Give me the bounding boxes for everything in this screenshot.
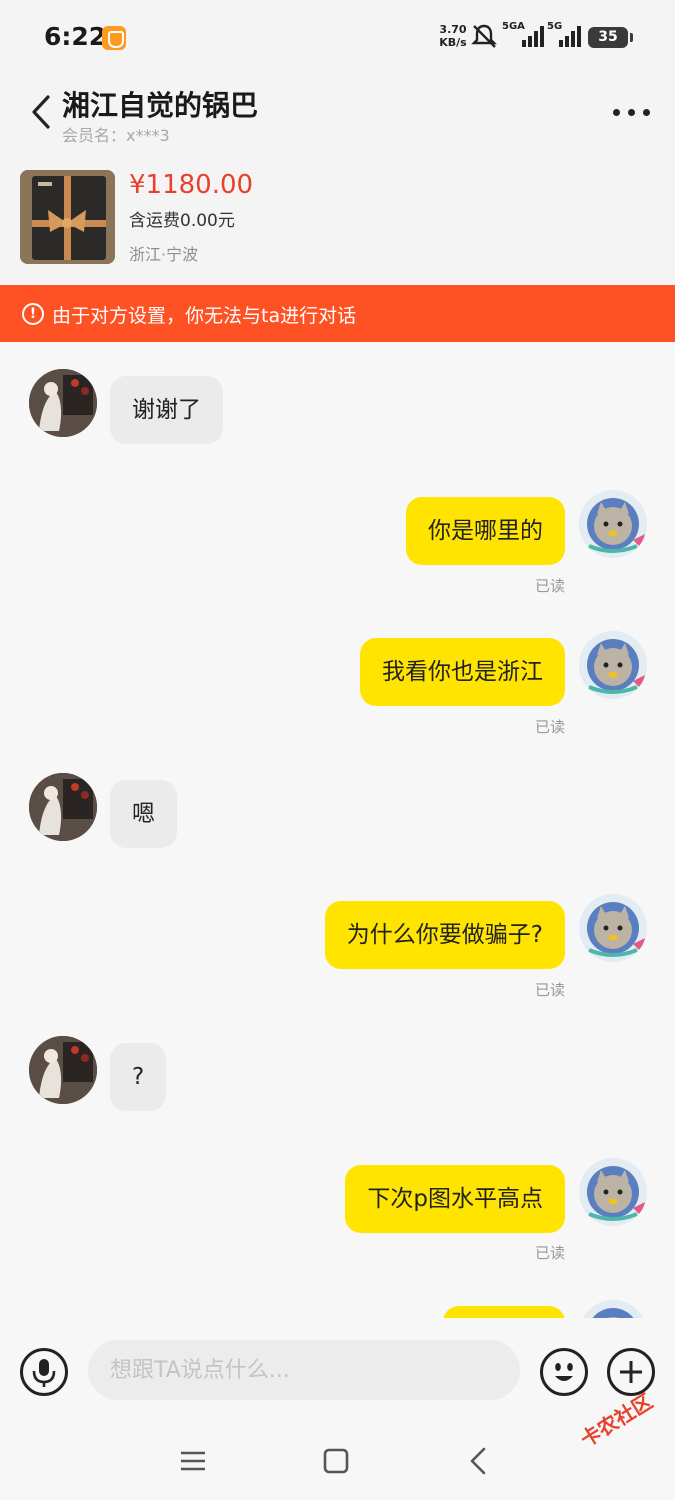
- dot: [628, 109, 635, 116]
- message-bubble-incoming[interactable]: 谢谢了: [110, 376, 223, 444]
- chat-list[interactable]: 谢谢了 你是哪里的 已读 我看你也是浙江 已读 嗯 为什么你要做骗子? 已读 ?…: [0, 342, 675, 1318]
- message-bubble-outgoing[interactable]: 我看你也是浙江: [360, 638, 565, 706]
- notice-text: 由于对方设置，你无法与ta进行对话: [52, 305, 357, 327]
- clock: 6:22: [44, 22, 107, 51]
- signal-icon: [559, 26, 581, 47]
- network-speed-unit: KB/s: [439, 36, 467, 49]
- back-arrow-icon[interactable]: [28, 94, 54, 130]
- gift-box-image: [20, 170, 115, 264]
- signal-icon: [522, 26, 544, 47]
- my-avatar[interactable]: [579, 490, 647, 558]
- message-bubble-outgoing[interactable]: 为什么你要做骗子?: [324, 901, 565, 969]
- read-status: 已读: [534, 577, 565, 595]
- contact-photo: [29, 773, 97, 841]
- my-avatar[interactable]: [579, 894, 647, 962]
- contact-avatar[interactable]: [29, 773, 97, 841]
- contact-avatar[interactable]: [29, 1036, 97, 1104]
- cat-avatar-icon: [579, 1158, 647, 1226]
- product-price: ¥1180.00: [129, 170, 254, 200]
- read-status: 已读: [534, 981, 565, 999]
- plus-icon: [620, 1361, 642, 1383]
- contact-photo: [29, 1036, 97, 1104]
- recent-apps-icon[interactable]: [175, 1443, 211, 1479]
- add-attachment-button[interactable]: [607, 1348, 655, 1396]
- back-nav-icon[interactable]: [462, 1443, 498, 1479]
- battery-indicator: 35: [588, 27, 633, 48]
- message-bubble-incoming[interactable]: 嗯: [110, 780, 177, 848]
- home-icon[interactable]: [318, 1443, 354, 1479]
- cat-avatar-icon: [579, 631, 647, 699]
- emoji-button[interactable]: [540, 1348, 588, 1396]
- more-options-button[interactable]: [610, 100, 654, 124]
- product-thumbnail[interactable]: [20, 170, 115, 264]
- my-avatar[interactable]: [579, 1300, 647, 1318]
- contact-avatar[interactable]: [29, 369, 97, 437]
- page-title: 湘江自觉的锅巴: [62, 89, 259, 122]
- microphone-icon: [32, 1359, 56, 1387]
- smiley-icon: [555, 1363, 573, 1381]
- message-bubble-incoming[interactable]: ?: [110, 1043, 167, 1111]
- read-status: 已读: [534, 1244, 565, 1262]
- warning-icon: !: [22, 303, 44, 325]
- status-bar: 6:22 3.70 KB/s 5GA 5G 35: [0, 0, 675, 76]
- my-avatar[interactable]: [579, 1158, 647, 1226]
- input-bar: [0, 1318, 675, 1423]
- dot: [613, 109, 620, 116]
- message-bubble-outgoing[interactable]: 你是哪里的: [406, 497, 565, 565]
- message-bubble-outgoing-partial[interactable]: [443, 1306, 565, 1318]
- dot: [643, 109, 650, 116]
- contact-photo: [29, 369, 97, 437]
- product-location: 浙江·宁波: [129, 245, 199, 264]
- cat-avatar-icon: [583, 1300, 643, 1318]
- voice-button[interactable]: [20, 1348, 68, 1396]
- network-speed: 3.70 KB/s: [436, 23, 470, 49]
- member-name: 会员名：x***3: [62, 126, 170, 145]
- system-navigation-bar: [0, 1423, 675, 1500]
- mute-bell-icon: [471, 24, 497, 48]
- notice-banner: ! 由于对方设置，你无法与ta进行对话: [0, 285, 675, 342]
- my-avatar[interactable]: [579, 631, 647, 699]
- cat-avatar-icon: [579, 894, 647, 962]
- read-status: 已读: [534, 718, 565, 736]
- shipping-fee: 含运费0.00元: [129, 211, 235, 231]
- network-speed-value: 3.70: [439, 23, 467, 36]
- cat-avatar-icon: [579, 490, 647, 558]
- message-input[interactable]: [88, 1340, 520, 1400]
- shield-app-icon: [102, 26, 126, 50]
- message-bubble-outgoing[interactable]: 下次p图水平高点: [345, 1165, 565, 1233]
